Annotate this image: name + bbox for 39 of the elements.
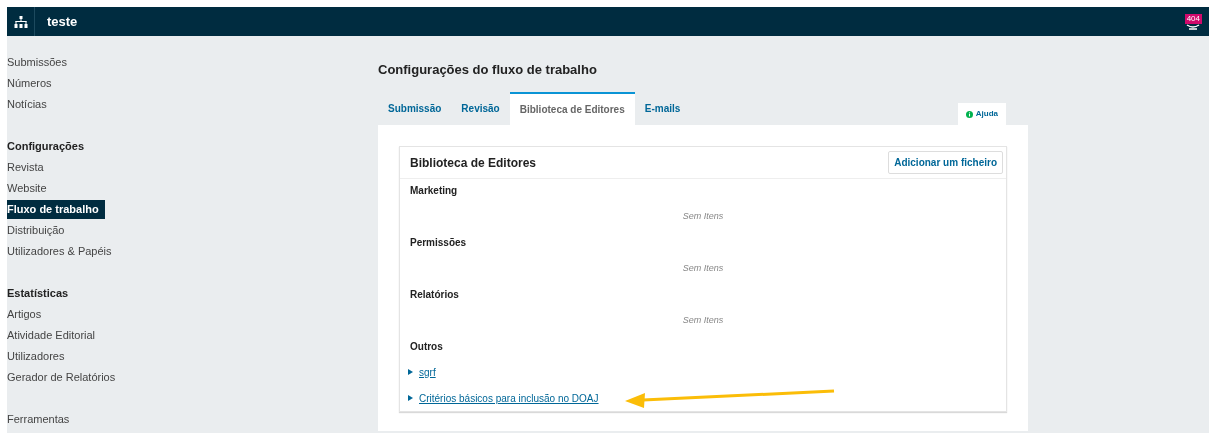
file-link[interactable]: sgrf (419, 364, 436, 380)
empty-message: Sem Itens (682, 210, 724, 224)
category-heading: Permissões (409, 236, 468, 250)
empty-message: Sem Itens (682, 262, 724, 276)
page-title: Configurações do fluxo de trabalho (378, 61, 598, 79)
sidebar-item[interactable]: Notícias (7, 96, 47, 113)
grid-title: Biblioteca de Editores (410, 154, 537, 172)
sidebar-item[interactable]: Números (7, 75, 52, 92)
sidebar-heading: Configurações (7, 139, 85, 154)
tab[interactable]: E-mails (634, 92, 691, 125)
category-heading: Marketing (409, 184, 459, 198)
sidebar-item[interactable]: Atividade Editorial (7, 327, 96, 344)
add-file-button[interactable]: Adicionar um ficheiro (888, 151, 1003, 174)
site-name[interactable]: teste (47, 11, 78, 32)
notification-badge: 404 (1184, 13, 1202, 24)
sidebar-item[interactable]: Distribuição (7, 222, 65, 239)
tab[interactable]: Biblioteca de Editores (509, 92, 635, 125)
tab[interactable]: Revisão (451, 92, 510, 125)
empty-message: Sem Itens (682, 314, 724, 328)
sidebar-item[interactable]: Gerador de Relatórios (7, 369, 116, 386)
tab[interactable]: Submissão (378, 92, 452, 125)
info-icon (965, 110, 973, 118)
caret-right-icon[interactable] (408, 369, 413, 375)
sidebar-heading: Estatísticas (7, 286, 70, 301)
category-heading: Outros (409, 340, 444, 354)
file-link[interactable]: Critérios básicos para inclusão no DOAJ (419, 390, 599, 406)
sidebar-item[interactable]: Artigos (7, 306, 42, 323)
sidebar-item[interactable]: Fluxo de trabalho (7, 200, 105, 219)
sitemap-icon[interactable] (13, 15, 28, 28)
sidebar-item[interactable]: Utilizadores (7, 348, 65, 365)
sidebar-item[interactable]: Website (7, 180, 47, 197)
bell-icon[interactable] (1186, 23, 1201, 30)
caret-right-icon[interactable] (408, 395, 413, 401)
sidebar-item[interactable]: Utilizadores & Papéis (7, 243, 112, 260)
category-heading: Relatórios (409, 288, 460, 302)
help-button[interactable]: Ajuda (957, 103, 1006, 125)
sidebar-item[interactable]: Submissões (7, 54, 67, 71)
sidebar-item[interactable]: Revista (7, 159, 44, 176)
sidebar-item[interactable]: Ferramentas (7, 411, 70, 428)
